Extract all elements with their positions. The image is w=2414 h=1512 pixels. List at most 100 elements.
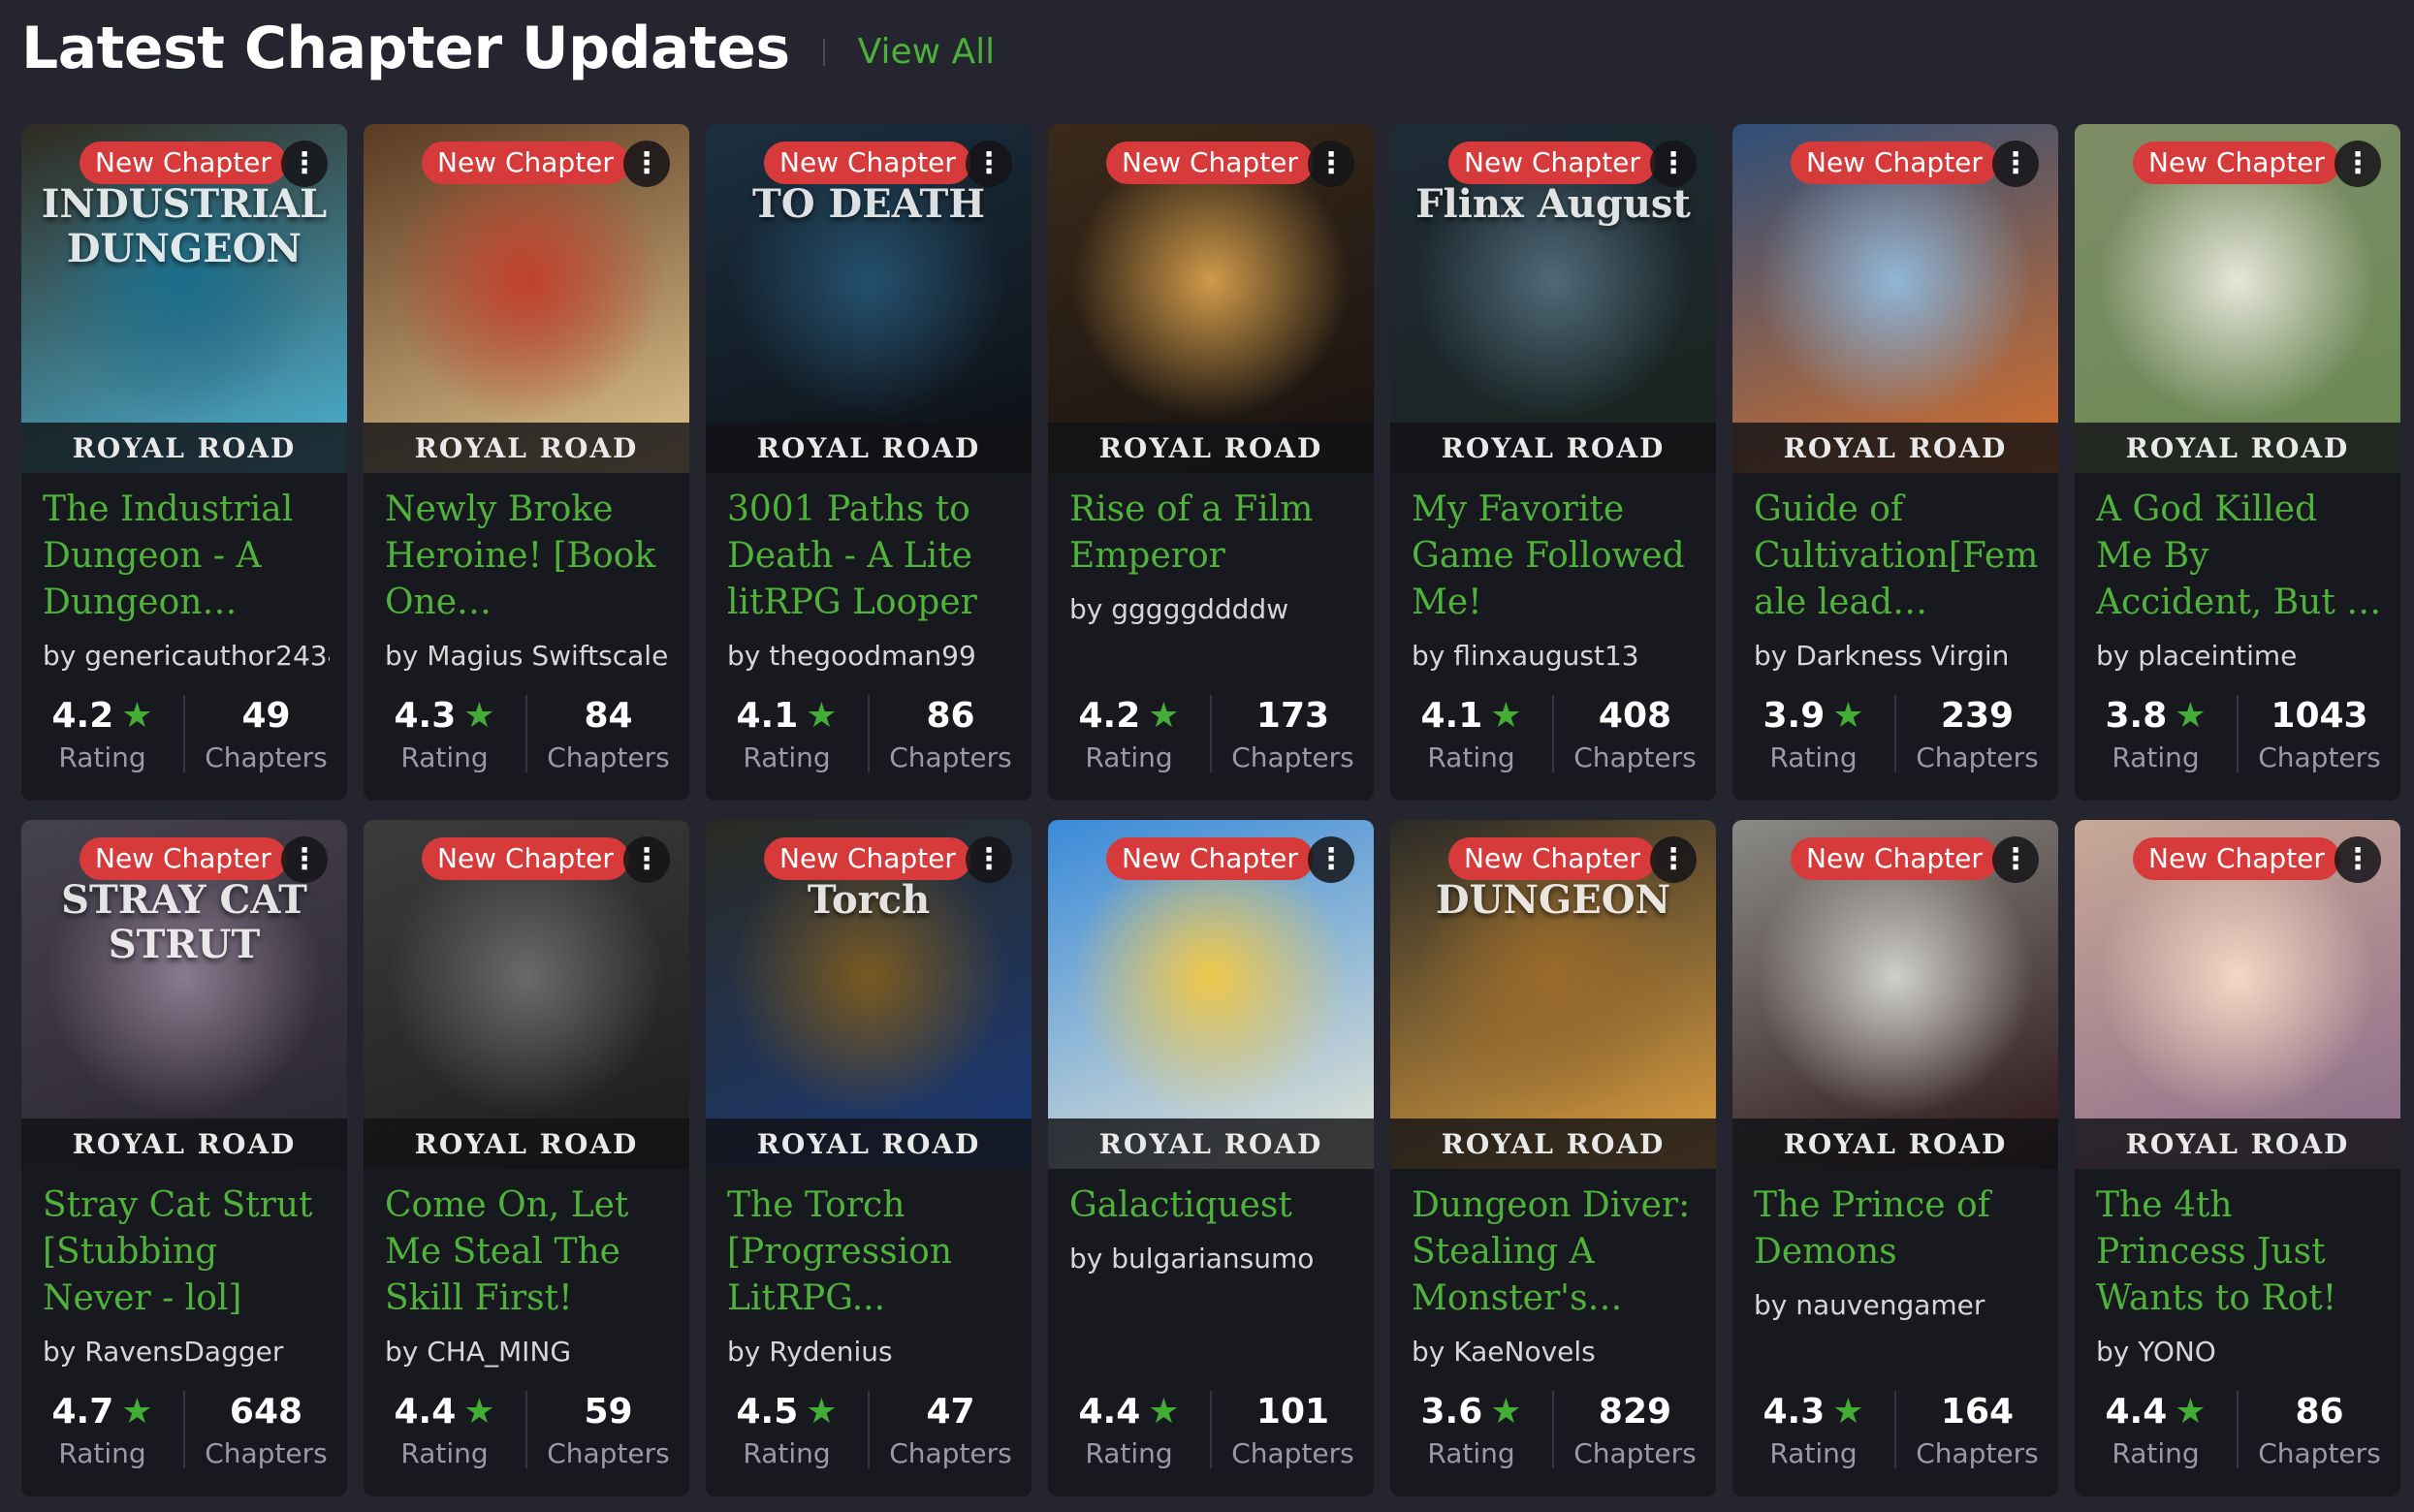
book-card[interactable]: New Chapter ⋮ ROYAL ROAD The 4th Princes… (2075, 820, 2400, 1496)
more-options-icon[interactable]: ⋮ (1650, 141, 1697, 187)
rating-value: 4.2 (51, 695, 114, 736)
chapters-stat: 408 Chapters (1554, 695, 1716, 773)
book-author[interactable]: by genericauthor2434 (43, 640, 330, 672)
book-stats: 4.2 ★ Rating 173 Chapters (1048, 680, 1374, 787)
book-card[interactable]: DUNGEON New Chapter ⋮ ROYAL ROAD Dungeon… (1390, 820, 1716, 1496)
more-options-icon[interactable]: ⋮ (966, 141, 1012, 187)
chapters-label: Chapters (1573, 1436, 1697, 1469)
book-cover[interactable]: DUNGEON New Chapter ⋮ ROYAL ROAD (1390, 820, 1716, 1169)
book-author[interactable]: by KaeNovels (1412, 1336, 1699, 1368)
chapters-value: 49 (241, 695, 291, 736)
book-title[interactable]: The Torch [Progression LitRPG... (727, 1182, 1014, 1322)
star-icon: ★ (1148, 695, 1180, 736)
book-card[interactable]: New Chapter ⋮ ROYAL ROAD Rise of a Film … (1048, 124, 1374, 801)
book-author[interactable]: by gggggddddw (1069, 593, 1356, 625)
book-title[interactable]: 3001 Paths to Death - A Lite litRPG Loop… (727, 487, 1014, 626)
book-cover[interactable]: New Chapter ⋮ ROYAL ROAD (1732, 124, 2058, 473)
rating-label: Rating (743, 740, 831, 773)
book-cover[interactable]: New Chapter ⋮ ROYAL ROAD (1048, 820, 1374, 1169)
book-title[interactable]: Newly Broke Heroine! [Book One Complete,… (385, 487, 672, 626)
book-author[interactable]: by flinxaugust13 (1412, 640, 1699, 672)
book-info: Stray Cat Strut [Stubbing Never - lol] b… (43, 1182, 330, 1368)
page-header: Latest Chapter Updates View All (21, 0, 995, 97)
chapters-value: 86 (2295, 1391, 2344, 1432)
book-author[interactable]: by bulgariansumo (1069, 1243, 1356, 1275)
more-options-icon[interactable]: ⋮ (281, 141, 328, 187)
book-card[interactable]: Flinx August New Chapter ⋮ ROYAL ROAD My… (1390, 124, 1716, 801)
book-cover[interactable]: INDUSTRIAL DUNGEON New Chapter ⋮ ROYAL R… (21, 124, 347, 473)
book-card[interactable]: New Chapter ⋮ ROYAL ROAD Newly Broke Her… (364, 124, 689, 801)
chapters-stat: 59 Chapters (527, 1391, 689, 1469)
star-icon: ★ (121, 695, 153, 736)
book-author[interactable]: by Magius Swiftscale (385, 640, 672, 672)
more-options-icon[interactable]: ⋮ (2335, 836, 2381, 883)
book-title[interactable]: Guide of Cultivation[Female lead Xianxia… (1754, 487, 2041, 626)
more-options-icon[interactable]: ⋮ (623, 141, 670, 187)
book-author[interactable]: by YONO (2096, 1336, 2383, 1368)
book-cover[interactable]: New Chapter ⋮ ROYAL ROAD (364, 124, 689, 473)
chapters-stat: 648 Chapters (185, 1391, 347, 1469)
book-card[interactable]: New Chapter ⋮ ROYAL ROAD Come On, Let Me… (364, 820, 689, 1496)
book-author[interactable]: by nauvengamer (1754, 1289, 2041, 1321)
new-chapter-badge: New Chapter (764, 142, 971, 184)
rating-value-row: 3.9 ★ (1763, 695, 1863, 738)
more-options-icon[interactable]: ⋮ (2335, 141, 2381, 187)
book-cover[interactable]: New Chapter ⋮ ROYAL ROAD (364, 820, 689, 1169)
book-info: Newly Broke Heroine! [Book One Complete,… (385, 487, 672, 672)
chapters-label: Chapters (2258, 1436, 2381, 1469)
book-author[interactable]: by Darkness Virgin (1754, 640, 2041, 672)
book-card[interactable]: New Chapter ⋮ ROYAL ROAD Galactiquest by… (1048, 820, 1374, 1496)
more-options-icon[interactable]: ⋮ (966, 836, 1012, 883)
book-cover[interactable]: New Chapter ⋮ ROYAL ROAD (1048, 124, 1374, 473)
more-options-icon[interactable]: ⋮ (1992, 836, 2039, 883)
book-title[interactable]: Dungeon Diver: Stealing A Monster's Powe… (1412, 1182, 1699, 1322)
book-card[interactable]: STRAY CAT STRUT New Chapter ⋮ ROYAL ROAD… (21, 820, 347, 1496)
book-title[interactable]: Galactiquest (1069, 1182, 1356, 1229)
book-cover[interactable]: New Chapter ⋮ ROYAL ROAD (2075, 820, 2400, 1169)
book-card[interactable]: INDUSTRIAL DUNGEON New Chapter ⋮ ROYAL R… (21, 124, 347, 801)
royal-road-logo: ROYAL ROAD (756, 1127, 981, 1160)
more-options-icon[interactable]: ⋮ (281, 836, 328, 883)
book-title[interactable]: Stray Cat Strut [Stubbing Never - lol] (43, 1182, 330, 1322)
book-stats: 4.2 ★ Rating 49 Chapters (21, 680, 347, 787)
book-title[interactable]: A God Killed Me By Accident, But I Reinc… (2096, 487, 2383, 626)
book-card[interactable]: TO DEATH New Chapter ⋮ ROYAL ROAD 3001 P… (706, 124, 1032, 801)
new-chapter-badge: New Chapter (1791, 837, 1998, 880)
book-stats: 4.3 ★ Rating 164 Chapters (1732, 1376, 2058, 1483)
book-info: Guide of Cultivation[Female lead Xianxia… (1754, 487, 2041, 672)
book-info: My Favorite Game Followed Me! by flinxau… (1412, 487, 1699, 672)
book-card[interactable]: New Chapter ⋮ ROYAL ROAD A God Killed Me… (2075, 124, 2400, 801)
book-cover[interactable]: STRAY CAT STRUT New Chapter ⋮ ROYAL ROAD (21, 820, 347, 1169)
book-title[interactable]: The Prince of Demons (1754, 1182, 2041, 1276)
book-author[interactable]: by placeintime (2096, 640, 2383, 672)
book-author[interactable]: by RavensDagger (43, 1336, 330, 1368)
book-title[interactable]: Rise of a Film Emperor (1069, 487, 1356, 580)
chapters-value: 239 (1940, 695, 2015, 736)
book-cover[interactable]: New Chapter ⋮ ROYAL ROAD (2075, 124, 2400, 473)
book-author[interactable]: by CHA_MING (385, 1336, 672, 1368)
book-title[interactable]: The Industrial Dungeon - A Dungeon Core.… (43, 487, 330, 626)
book-cover[interactable]: Torch New Chapter ⋮ ROYAL ROAD (706, 820, 1032, 1169)
book-title[interactable]: The 4th Princess Just Wants to Rot! (2096, 1182, 2383, 1322)
more-options-icon[interactable]: ⋮ (623, 836, 670, 883)
rating-value-row: 4.2 ★ (51, 695, 152, 738)
more-options-icon[interactable]: ⋮ (1992, 141, 2039, 187)
book-author[interactable]: by thegoodman99 (727, 640, 1014, 672)
book-title[interactable]: My Favorite Game Followed Me! (1412, 487, 1699, 626)
rating-label: Rating (1769, 740, 1858, 773)
rating-value-row: 4.4 ★ (394, 1391, 494, 1433)
view-all-link[interactable]: View All (858, 32, 996, 72)
more-options-icon[interactable]: ⋮ (1308, 836, 1354, 883)
book-card[interactable]: New Chapter ⋮ ROYAL ROAD Guide of Cultiv… (1732, 124, 2058, 801)
more-options-icon[interactable]: ⋮ (1308, 141, 1354, 187)
book-author[interactable]: by Rydenius (727, 1336, 1014, 1368)
book-card[interactable]: Torch New Chapter ⋮ ROYAL ROAD The Torch… (706, 820, 1032, 1496)
rating-value: 4.1 (736, 695, 799, 736)
book-cover[interactable]: Flinx August New Chapter ⋮ ROYAL ROAD (1390, 124, 1716, 473)
more-options-icon[interactable]: ⋮ (1650, 836, 1697, 883)
chapters-value: 86 (926, 695, 975, 736)
book-title[interactable]: Come On, Let Me Steal The Skill First! (385, 1182, 672, 1322)
book-cover[interactable]: TO DEATH New Chapter ⋮ ROYAL ROAD (706, 124, 1032, 473)
book-cover[interactable]: New Chapter ⋮ ROYAL ROAD (1732, 820, 2058, 1169)
book-card[interactable]: New Chapter ⋮ ROYAL ROAD The Prince of D… (1732, 820, 2058, 1496)
